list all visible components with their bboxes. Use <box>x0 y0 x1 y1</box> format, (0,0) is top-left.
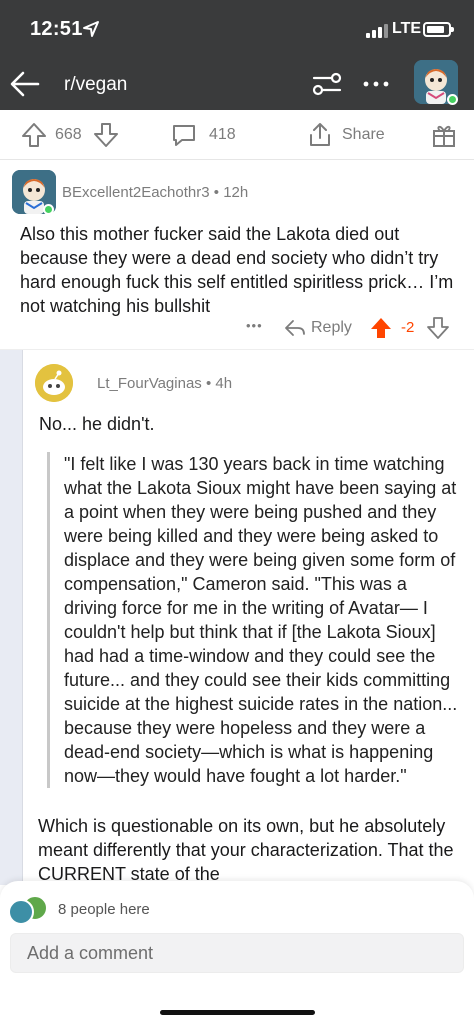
upvote-button[interactable] <box>20 110 48 160</box>
share-icon <box>310 123 330 146</box>
nested-comment-thread: Lt_FourVaginas • 4h No... he didn't. "I … <box>0 350 474 885</box>
comment: BExcellent2Eachothr3 • 12h Also this mot… <box>0 160 474 350</box>
comment-meta: Lt_FourVaginas • 4h <box>97 375 232 392</box>
comment-meta: BExcellent2Eachothr3 • 12h <box>62 184 248 201</box>
online-indicator <box>43 204 54 215</box>
comment-bubble-icon <box>173 125 195 146</box>
presence-avatar <box>8 899 34 925</box>
downvote-arrow-icon[interactable] <box>427 317 449 339</box>
share-label: Share <box>342 126 385 143</box>
presence-count: 8 people here <box>58 901 150 918</box>
more-icon[interactable] <box>360 70 392 98</box>
downvote-arrow-icon <box>94 123 118 147</box>
upvoted-arrow-icon[interactable] <box>370 317 392 339</box>
subreddit-title[interactable]: r/vegan <box>64 74 127 96</box>
comments-button[interactable] <box>170 110 198 160</box>
comment-more-button[interactable]: ••• <box>246 318 263 333</box>
reply-comment: Lt_FourVaginas • 4h No... he didn't. "I … <box>22 350 474 885</box>
comment-body: Also this mother fucker said the Lakota … <box>20 224 454 316</box>
comment-age: 12h <box>223 184 249 201</box>
upvote-arrow-icon <box>22 123 46 147</box>
bottom-comment-bar: 8 people here Add a comment <box>0 881 474 1025</box>
reply-button[interactable]: Reply <box>284 314 352 342</box>
comment-body-continued: Which is questionable on its own, but he… <box>38 816 454 884</box>
signal-icon <box>366 24 388 38</box>
meta-separator: • <box>213 184 220 201</box>
reply-arrow-icon <box>285 320 305 336</box>
post-action-bar: 668 418 Share <box>0 110 474 160</box>
location-arrow-icon <box>83 21 99 37</box>
reply-label: Reply <box>311 319 352 336</box>
status-time: 12:51 <box>30 18 83 40</box>
downvote-button[interactable] <box>92 110 120 160</box>
home-indicator <box>160 1010 315 1015</box>
presence-avatars <box>8 895 52 925</box>
back-arrow-icon[interactable] <box>8 68 42 100</box>
share-button[interactable]: Share <box>306 110 385 160</box>
filter-icon[interactable] <box>311 70 343 98</box>
battery-icon <box>423 22 454 37</box>
comments-count: 418 <box>209 126 236 143</box>
gift-icon <box>433 125 455 147</box>
add-comment-input[interactable]: Add a comment <box>10 933 464 973</box>
comment-author[interactable]: BExcellent2Eachothr3 <box>62 184 210 201</box>
comment-age: 4h <box>215 375 233 392</box>
block-quote: "I felt like I was 130 years back in tim… <box>47 452 459 788</box>
comment-body: No... he didn't. <box>39 414 155 434</box>
online-indicator <box>447 94 458 105</box>
commenter-avatar[interactable] <box>35 364 73 402</box>
comment-actions: ••• Reply -2 <box>0 314 474 344</box>
award-button[interactable] <box>430 110 458 160</box>
comment-score: -2 <box>401 319 415 336</box>
network-type: LTE <box>392 20 422 37</box>
post-score: 668 <box>55 126 82 143</box>
comment-author[interactable]: Lt_FourVaginas <box>97 375 202 392</box>
meta-separator: • <box>205 375 212 392</box>
top-nav: r/vegan <box>0 58 474 110</box>
status-bar: 12:51 LTE <box>0 0 474 58</box>
